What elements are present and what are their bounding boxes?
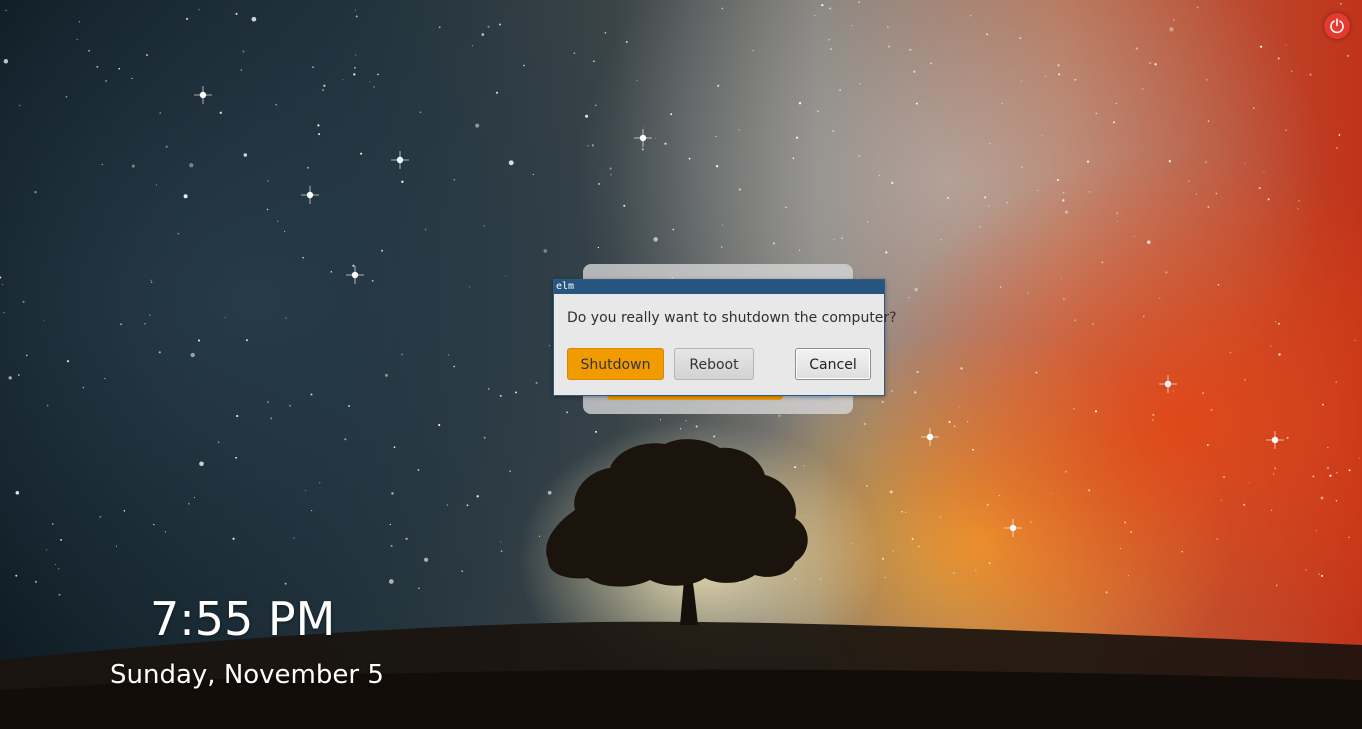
reboot-button[interactable]: Reboot	[674, 348, 754, 380]
dialog-message: Do you really want to shutdown the compu…	[567, 310, 897, 326]
cancel-button[interactable]: Cancel	[795, 348, 871, 380]
shutdown-button[interactable]: Shutdown	[567, 348, 664, 380]
power-button[interactable]	[1324, 13, 1350, 39]
clock-date: Sunday, November 5	[110, 660, 384, 690]
dialog-title: elm	[554, 280, 884, 294]
power-icon	[1330, 18, 1344, 34]
shutdown-dialog: elm Do you really want to shutdown the c…	[553, 279, 897, 396]
lock-screen: 7:55 PM Sunday, November 5 elm Do you re…	[0, 0, 1362, 729]
clock-time: 7:55 PM	[150, 592, 336, 646]
